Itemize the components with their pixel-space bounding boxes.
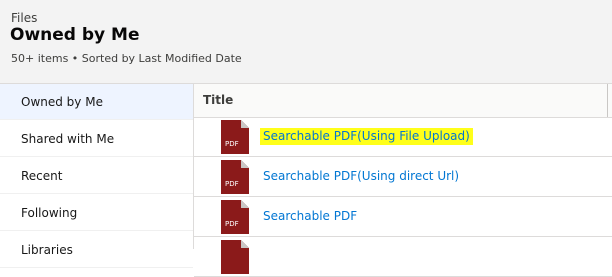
- file-title-link[interactable]: Searchable PDF(Using direct Url): [263, 169, 459, 183]
- file-title-link[interactable]: Searchable PDF: [263, 209, 357, 223]
- pdf-icon-label: PDF: [225, 220, 239, 228]
- column-resize-handle[interactable]: [607, 84, 608, 117]
- file-title-link[interactable]: Searchable PDF(Using File Upload): [260, 128, 473, 145]
- sidebar-item-shared-with-me[interactable]: Shared with Me: [0, 121, 193, 157]
- table-header: Title: [194, 84, 612, 118]
- pdf-icon-label: PDF: [225, 180, 239, 188]
- table-row[interactable]: [194, 237, 612, 277]
- pdf-icon-label: PDF: [225, 140, 239, 148]
- sidebar-item-following[interactable]: Following: [0, 195, 193, 231]
- files-sidebar: Owned by Me Shared with Me Recent Follow…: [0, 84, 194, 268]
- column-header-title[interactable]: Title: [203, 93, 233, 107]
- pdf-file-icon: PDF: [221, 120, 249, 154]
- table-row[interactable]: PDF Searchable PDF: [194, 197, 612, 237]
- sidebar-item-recent[interactable]: Recent: [0, 158, 193, 194]
- pdf-file-icon: PDF: [221, 160, 249, 194]
- pdf-file-icon: [221, 240, 249, 274]
- sidebar-item-owned-by-me[interactable]: Owned by Me: [0, 84, 193, 120]
- list-meta: 50+ items • Sorted by Last Modified Date: [11, 52, 242, 65]
- table-row[interactable]: PDF Searchable PDF(Using direct Url): [194, 157, 612, 197]
- table-row[interactable]: PDF Searchable PDF(Using File Upload): [194, 117, 612, 157]
- page-title: Owned by Me: [10, 25, 140, 45]
- page-header: Files Owned by Me 50+ items • Sorted by …: [0, 0, 612, 84]
- sidebar-item-libraries[interactable]: Libraries: [0, 232, 193, 268]
- pdf-file-icon: PDF: [221, 200, 249, 234]
- breadcrumb[interactable]: Files: [11, 11, 37, 25]
